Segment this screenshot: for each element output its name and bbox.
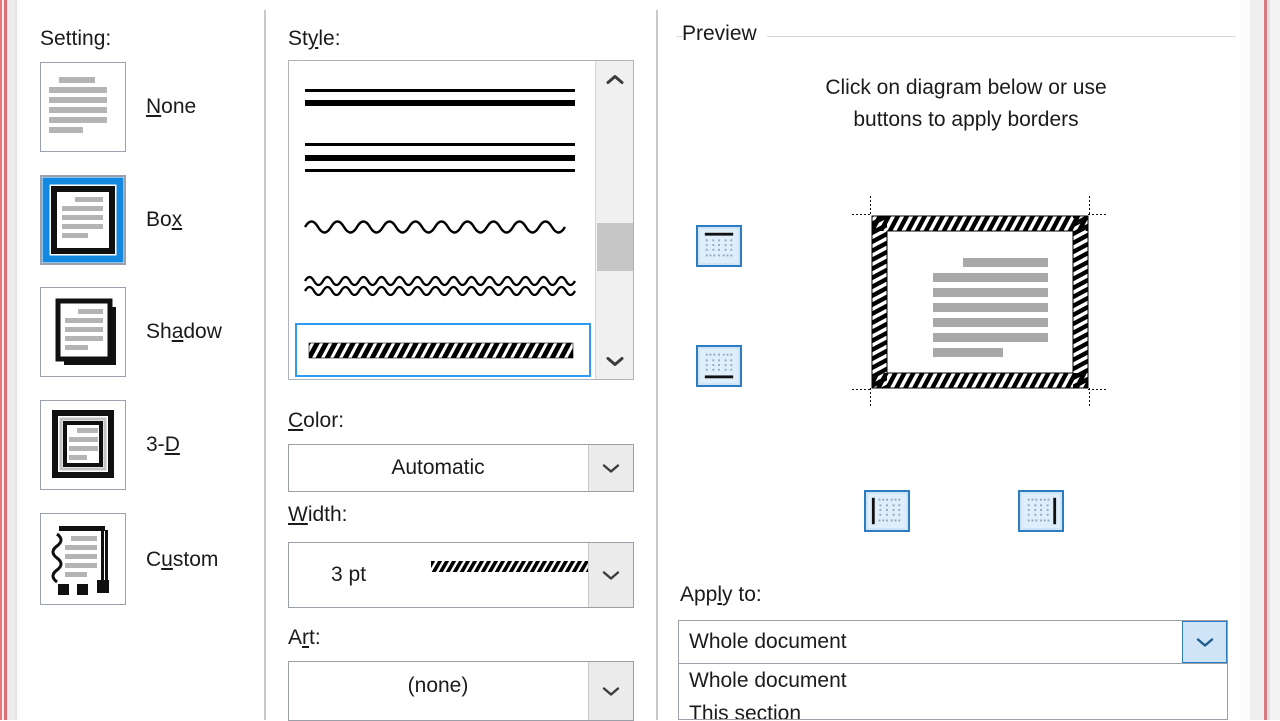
double-line-icon	[305, 89, 575, 106]
border-style-listbox[interactable]	[288, 60, 634, 380]
apply-to-option-whole-document[interactable]: Whole document	[679, 664, 1227, 697]
border-art-value: (none)	[407, 674, 469, 697]
preview-right-border-button[interactable]	[1018, 490, 1064, 532]
border-art-dropdown-button[interactable]	[588, 662, 633, 720]
setting-tile-none[interactable]	[40, 62, 126, 152]
border-style-options	[289, 61, 597, 379]
border-width-combobox[interactable]: 3 pt	[288, 542, 634, 608]
apply-to-value: Whole document	[689, 630, 847, 653]
wavy-double-line-icon	[303, 275, 577, 297]
setting-label-3d: 3-D	[146, 433, 180, 456]
apply-to-dropdown-button[interactable]	[1182, 621, 1227, 663]
border-style-option-diagonal-hatch[interactable]	[295, 323, 591, 377]
left-border-icon	[871, 497, 901, 525]
scroll-up-button[interactable]	[596, 61, 633, 97]
chevron-down-icon	[602, 463, 620, 473]
setting-group-label: Setting:	[40, 27, 112, 50]
preview-hint-line-2: buttons to apply borders	[853, 108, 1079, 131]
chevron-up-icon	[606, 74, 623, 84]
right-border-icon	[1027, 497, 1057, 525]
page-no-border-icon	[41, 63, 125, 151]
chevron-down-icon	[602, 686, 620, 696]
top-border-icon	[704, 232, 734, 257]
style-panel: Style: Color: Automatic Width: 3 pt Art:…	[264, 0, 656, 721]
border-color-dropdown-button[interactable]	[588, 445, 633, 491]
preview-panel: Preview Click on diagram below or use bu…	[656, 0, 1280, 720]
border-art-combobox[interactable]: (none)	[288, 661, 634, 721]
preview-diagram[interactable]	[852, 196, 1108, 408]
bottom-border-icon	[704, 353, 734, 379]
border-color-combobox[interactable]: Automatic	[288, 444, 634, 492]
style-list-scrollbar[interactable]	[595, 61, 633, 379]
style-group-label: Style:	[288, 27, 341, 50]
preview-hint-text: Click on diagram below or use buttons to…	[726, 72, 1206, 136]
scroll-down-button[interactable]	[596, 343, 633, 379]
color-group-label: Color:	[288, 409, 345, 432]
diagonal-hatch-line-icon	[308, 342, 574, 359]
border-style-option-triple[interactable]	[295, 135, 591, 193]
preview-top-border-button[interactable]	[696, 225, 742, 267]
border-style-option-wavy-single[interactable]	[295, 203, 591, 255]
chevron-down-icon	[1196, 637, 1213, 647]
setting-label-box: Box	[146, 208, 183, 231]
chevron-down-icon	[602, 570, 620, 580]
borders-and-shading-dialog: Setting: None Box Shadow 3-D Custom Styl…	[0, 0, 1280, 721]
scrollbar-thumb[interactable]	[597, 223, 633, 271]
preview-diagram-canvas	[852, 196, 1108, 408]
page-box-border-icon	[42, 177, 124, 263]
art-group-label: Art:	[288, 626, 321, 649]
preview-group-label: Preview	[682, 22, 767, 46]
triple-line-icon	[305, 143, 575, 172]
preview-hint-line-1: Click on diagram below or use	[825, 76, 1107, 99]
chevron-down-icon	[606, 356, 623, 366]
page-3d-border-icon	[41, 401, 125, 489]
border-width-sample-icon	[431, 561, 591, 572]
setting-tile-box[interactable]	[40, 175, 126, 265]
preview-left-border-button[interactable]	[864, 490, 910, 532]
width-group-label: Width:	[288, 503, 348, 526]
apply-to-option-this-section[interactable]: This section	[679, 697, 1227, 719]
setting-label-custom: Custom	[146, 548, 219, 571]
setting-tile-3d[interactable]	[40, 400, 126, 490]
setting-tile-shadow[interactable]	[40, 287, 126, 377]
border-style-option-wavy-double[interactable]	[295, 263, 591, 315]
setting-panel: Setting: None Box Shadow 3-D Custom	[0, 0, 264, 720]
apply-to-combobox[interactable]: Whole document	[678, 620, 1228, 664]
setting-tile-custom[interactable]	[40, 513, 126, 605]
apply-to-dropdown-list[interactable]: Whole document This section	[678, 664, 1228, 720]
wavy-single-line-icon	[303, 220, 567, 234]
page-custom-border-icon	[41, 514, 125, 604]
preview-bottom-border-button[interactable]	[696, 345, 742, 387]
border-width-value: 3 pt	[331, 563, 367, 586]
setting-label-none: None	[146, 95, 197, 118]
border-color-value: Automatic	[391, 456, 485, 479]
apply-to-label: Apply to:	[680, 583, 762, 606]
border-style-option-double[interactable]	[295, 81, 591, 129]
page-shadow-border-icon	[41, 288, 125, 376]
setting-label-shadow: Shadow	[146, 320, 222, 343]
border-width-dropdown-button[interactable]	[588, 543, 633, 607]
